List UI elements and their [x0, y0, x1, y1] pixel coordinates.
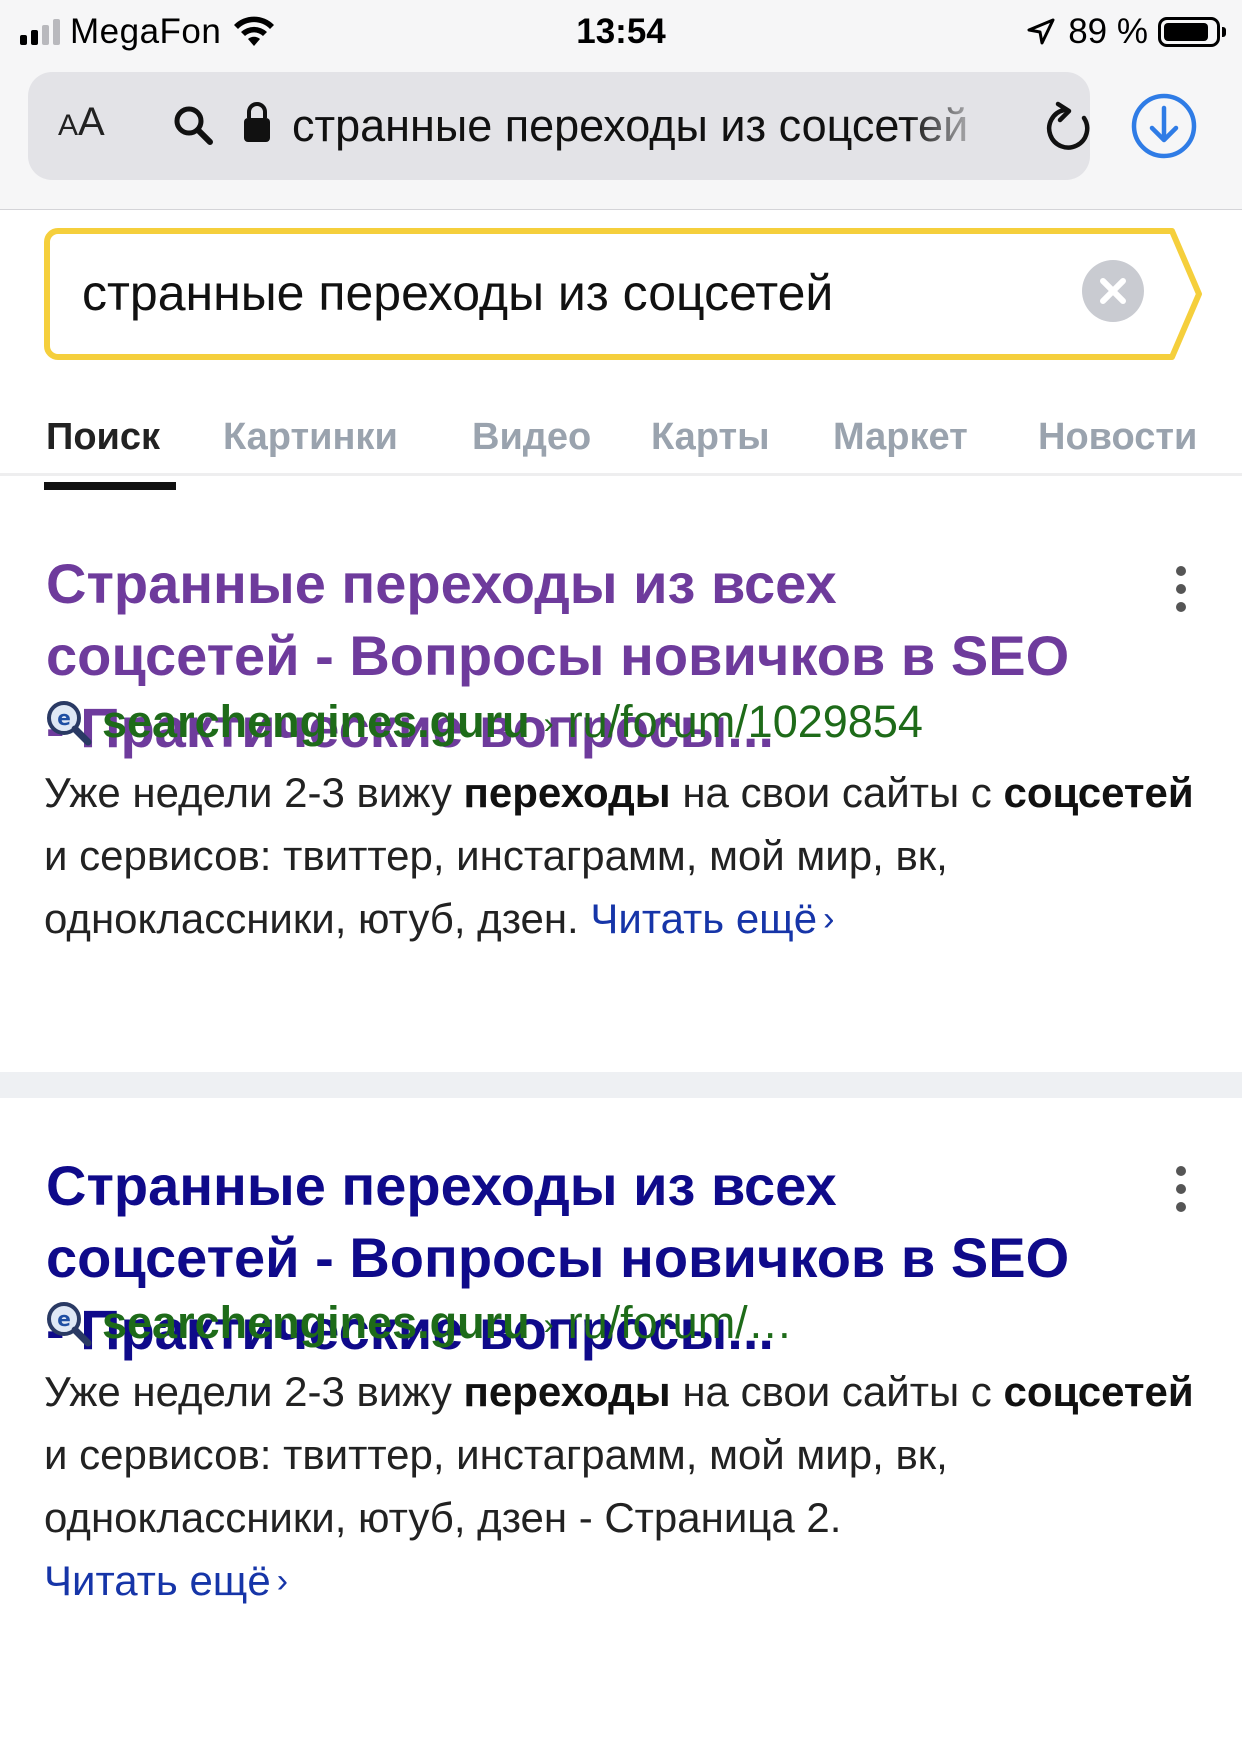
result-2-snippet: Уже недели 2-3 вижу переходы на свои сай…	[44, 1360, 1204, 1616]
result-1-domain[interactable]: searchengines.guru	[102, 696, 530, 748]
read-more-link[interactable]: Читать ещё ›	[590, 895, 834, 942]
result-2-path[interactable]: ru/forum/…	[568, 1297, 793, 1348]
site-favicon-icon: e	[47, 1302, 92, 1347]
snippet-text: и сервисов: твиттер, инстаграмм, мой мир…	[44, 1431, 948, 1541]
battery-icon	[1158, 17, 1226, 47]
result-2-domain[interactable]: searchengines.guru	[102, 1297, 530, 1349]
result-1-snippet: Уже недели 2-3 вижу переходы на свои сай…	[44, 761, 1204, 954]
svg-text:e: e	[57, 706, 71, 730]
snippet-text: Уже недели 2-3 вижу	[44, 769, 464, 816]
snippet-highlight: соцсетей	[1003, 769, 1194, 816]
result-1-more-options-icon[interactable]	[1176, 566, 1186, 612]
chevron-right-icon: ›	[823, 900, 835, 938]
snippet-highlight: переходы	[463, 1368, 671, 1415]
result-2-more-options-icon[interactable]	[1176, 1166, 1186, 1212]
reload-icon[interactable]	[1044, 100, 1094, 154]
search-icon	[174, 106, 213, 145]
result-1-url[interactable]: e searchengines.guru › ru/forum/1029854	[44, 696, 923, 748]
location-arrow-icon	[1027, 18, 1055, 45]
snippet-text: Уже недели 2-3 вижу	[44, 1368, 464, 1415]
read-more-label: Читать ещё	[590, 895, 818, 942]
address-bar[interactable]: AA странные переходы из соцсетей	[28, 72, 1090, 180]
result-1-path-separator: ›	[543, 707, 554, 740]
chevron-right-icon: ›	[276, 1562, 289, 1600]
snippet-highlight: переходы	[463, 769, 671, 816]
site-favicon-icon: e	[47, 701, 92, 746]
browser-toolbar: AA странные переходы из соцсетей	[0, 64, 1242, 210]
snippet-highlight: соцсетей	[1003, 1368, 1194, 1415]
lock-icon	[244, 102, 270, 142]
read-more-label: Читать ещё	[44, 1557, 271, 1604]
results-layer: Странные переходы из всех соцсетей - Воп…	[0, 210, 1242, 1739]
result-2-url[interactable]: e searchengines.guru › ru/forum/…	[44, 1297, 793, 1349]
status-bar: MegaFon 13:54 89 %	[0, 0, 1242, 64]
address-text: странные переходы из соцсетей	[292, 100, 969, 151]
snippet-text: на свои сайты с	[670, 769, 1004, 816]
battery-percent: 89 %	[1068, 12, 1148, 51]
snippet-text: на свои сайты с	[670, 1368, 1004, 1415]
result-2-path-separator: ›	[543, 1308, 554, 1341]
text-size-button[interactable]: AA	[58, 100, 105, 145]
download-icon[interactable]	[1130, 92, 1198, 160]
text-size-large-label: A	[78, 100, 105, 144]
svg-text:e: e	[57, 1307, 71, 1331]
status-right: 89 %	[1026, 10, 1226, 54]
text-size-small-label: A	[58, 109, 79, 142]
read-more-link[interactable]: Читать ещё ›	[44, 1557, 288, 1604]
result-1-path[interactable]: ru/forum/1029854	[568, 696, 923, 747]
